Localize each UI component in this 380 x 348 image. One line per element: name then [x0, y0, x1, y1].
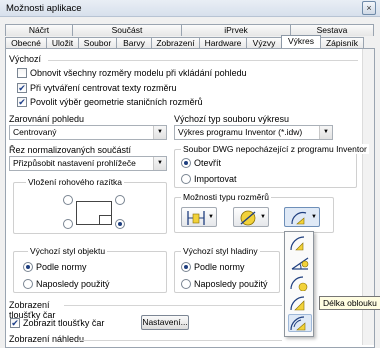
radio-layer-last-used[interactable]: [181, 279, 191, 289]
align-label: Zarovnání pohledu: [9, 114, 85, 124]
title-bar: Možnosti aplikace ×: [0, 0, 380, 17]
radio-layer-last-used-label: Naposledy použitý: [194, 279, 268, 289]
chord-dimension-icon: [290, 296, 305, 311]
window-title: Možnosti aplikace: [6, 3, 82, 14]
section-std-select[interactable]: Přizpůsobit nastavení prohlížeče ▼: [9, 156, 167, 171]
radio-title-block-top-left[interactable]: [63, 195, 73, 205]
tab-nacrt[interactable]: Náčrt: [5, 24, 73, 36]
chevron-down-icon: ▼: [208, 214, 214, 220]
radio-object-by-standard[interactable]: [23, 262, 33, 272]
non-inventor-dwg-label: Soubor DWG nepocházející z programu Inve…: [181, 144, 369, 154]
radio-object-last-used-label: Naposledy použitý: [36, 279, 110, 289]
radio-title-block-bottom-left[interactable]: [63, 219, 73, 229]
divider: [78, 340, 282, 341]
checkbox-ordinate-select-label: Povolit výběr geometrie staničních rozmě…: [30, 97, 203, 107]
menu-item-angle-dim[interactable]: [288, 254, 312, 272]
checkbox-show-lineweights-label: Zobrazit tloušťky čar: [23, 318, 105, 328]
settings-button[interactable]: Nastavení...: [141, 315, 189, 330]
radio-open-label: Otevřít: [194, 158, 222, 168]
radio-layer-by-standard-label: Podle normy: [194, 262, 245, 272]
dim-type-label: Možnosti typu rozměrů: [181, 192, 271, 202]
title-block-label: Vložení rohového razítka: [26, 177, 125, 187]
angular-dimension-icon: [291, 257, 309, 270]
chevron-down-icon: ▼: [260, 214, 266, 220]
radio-object-by-standard-label: Podle normy: [36, 262, 87, 272]
linear-dim-button[interactable]: ▼: [181, 207, 217, 227]
radio-import[interactable]: [181, 174, 191, 184]
align-select[interactable]: Centrovaný ▼: [9, 125, 167, 140]
tab-soucast[interactable]: Součást: [72, 24, 182, 36]
arc-dimension-icon: [291, 211, 307, 225]
linear-dimension-icon: [187, 211, 205, 225]
tab-vykres[interactable]: Výkres: [281, 35, 321, 49]
radio-open[interactable]: [181, 158, 191, 168]
diameter-dimension-icon: [240, 210, 256, 226]
tooltip-arc-length: Délka oblouku: [319, 296, 380, 310]
checkbox-show-lineweights[interactable]: ✔: [10, 318, 20, 328]
align-select-value: Centrovaný: [13, 127, 57, 137]
radio-title-block-bottom-right[interactable]: [115, 219, 125, 229]
menu-item-arc-center-dim[interactable]: [288, 274, 312, 292]
checkbox-ordinate-select[interactable]: ✔: [17, 97, 27, 107]
arc-dim-dropdown-menu: [284, 231, 314, 337]
layer-style-label: Výchozí styl hladiny: [181, 246, 260, 256]
menu-item-chord-dim[interactable]: [288, 294, 312, 312]
section-std-select-value: Přizpůsobit nastavení prohlížeče: [13, 158, 136, 168]
radius-dimension-icon: [290, 236, 305, 251]
radio-layer-by-standard[interactable]: [181, 262, 191, 272]
arc-center-dimension-icon: [290, 276, 308, 291]
chevron-down-icon: ▼: [319, 126, 332, 139]
dwg-type-select-value: Výkres programu Inventor (*.idw): [178, 127, 303, 137]
chevron-down-icon: ▼: [311, 214, 317, 220]
checkbox-center-text[interactable]: ✔: [17, 83, 27, 93]
radio-title-block-top-right[interactable]: [115, 195, 125, 205]
divider: [48, 60, 358, 61]
lineweight-label: Zobrazení tloušťky čar: [9, 300, 56, 320]
dwg-type-label: Výchozí typ souboru výkresu: [174, 114, 290, 124]
chevron-down-icon: ▼: [153, 126, 166, 139]
menu-item-arc-length-dim[interactable]: [288, 314, 312, 332]
section-label-default: Výchozí: [9, 54, 42, 64]
close-button[interactable]: ×: [362, 1, 376, 15]
title-block-preview-corner: [99, 215, 112, 225]
checkbox-refresh-dims-label: Obnovit všechny rozměry modelu při vklád…: [30, 68, 247, 78]
dwg-type-select[interactable]: Výkres programu Inventor (*.idw) ▼: [174, 125, 333, 140]
checkbox-center-text-label: Při vytváření centrovat texty rozměru: [30, 83, 177, 93]
checkbox-refresh-dims[interactable]: [17, 68, 27, 78]
arc-length-dimension-icon: [290, 316, 306, 331]
arc-dim-button[interactable]: ▼: [284, 207, 320, 227]
preview-label: Zobrazení náhledu: [9, 334, 85, 344]
menu-item-radius-dim[interactable]: [288, 234, 312, 252]
object-style-label: Výchozí styl objektu: [28, 246, 108, 256]
diameter-dim-button[interactable]: ▼: [233, 207, 269, 227]
chevron-down-icon: ▼: [153, 157, 166, 170]
radio-import-label: Importovat: [194, 174, 237, 184]
divider: [64, 305, 282, 306]
tab-iprvek[interactable]: iPrvek: [181, 24, 291, 36]
section-std-label: Řez normalizovaných součástí: [9, 145, 132, 155]
radio-object-last-used[interactable]: [23, 279, 33, 289]
